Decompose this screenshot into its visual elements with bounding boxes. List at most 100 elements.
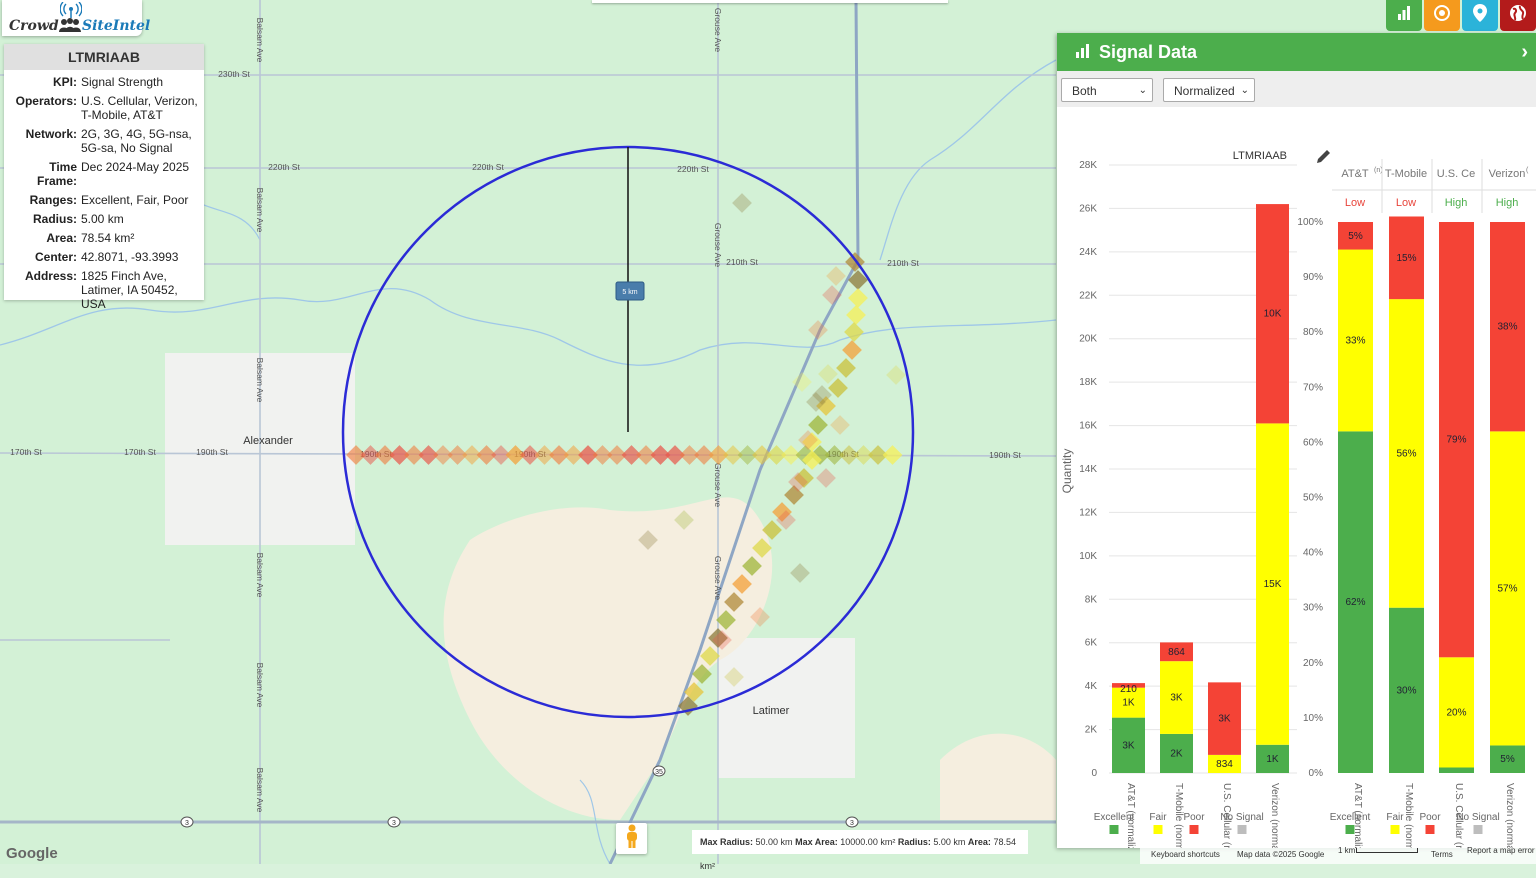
info-value: Excellent, Fair, Poor — [81, 193, 189, 207]
globe-button[interactable] — [1500, 0, 1536, 31]
legend-item[interactable]: Poor — [1419, 812, 1441, 834]
max-area-value: 10000.00 km² — [840, 837, 896, 847]
legend-item[interactable]: Excellent — [1330, 812, 1371, 834]
info-value: 78.54 km² — [81, 231, 135, 245]
pct-tick-label: 60% — [1303, 437, 1323, 448]
x-category-label: Verizon (normalized) — [1269, 783, 1280, 848]
info-key: Ranges: — [29, 193, 77, 207]
pct-bar-segment-excellent[interactable] — [1439, 767, 1474, 773]
chevron-down-icon: ⌄ — [1240, 85, 1249, 96]
road-label: 210th St — [726, 257, 758, 267]
legend-swatch — [1473, 825, 1483, 834]
edit-title-pencil-icon[interactable] — [1317, 150, 1330, 163]
operator-header-name: AT&T — [1341, 168, 1369, 180]
pct-tick-label: 30% — [1303, 603, 1323, 614]
location-button[interactable] — [1462, 0, 1498, 31]
top-center-control[interactable] — [592, 0, 948, 3]
y-axis-label: Quantity — [1060, 449, 1074, 494]
radius-label-text: Radius: — [897, 837, 931, 847]
bar-value-label: 2K — [1170, 748, 1183, 759]
scale-label[interactable]: 1 km — [1338, 846, 1355, 855]
x-category-label: T-Mobile (normalized) — [1173, 783, 1184, 848]
road-label: Grouse Ave — [713, 556, 723, 601]
radius-tool-button[interactable] — [1424, 0, 1460, 31]
bar-value-label: 864 — [1168, 647, 1185, 658]
info-value: Signal Strength — [81, 75, 164, 89]
y-tick-label: 26K — [1079, 203, 1097, 214]
road-label: 220th St — [677, 164, 709, 174]
info-key: KPI: — [53, 75, 77, 89]
site-info-title: LTMRIAAB — [4, 44, 204, 70]
pct-tick-label: 0% — [1309, 768, 1324, 779]
svg-text:Excellent: Excellent — [1094, 812, 1135, 823]
chevron-right-icon[interactable]: › — [1521, 41, 1528, 64]
pct-tick-label: 50% — [1303, 493, 1323, 504]
road-label: Balsam Ave — [255, 768, 265, 813]
svg-text:No Signal: No Signal — [1456, 812, 1499, 823]
legend-swatch — [1425, 825, 1435, 834]
legend-item[interactable]: Fair — [1386, 812, 1404, 834]
info-value: 5.00 km — [81, 212, 124, 226]
scale-value: Normalized — [1174, 84, 1235, 98]
pct-x-category-label: Verizon (normalized) — [1504, 783, 1515, 848]
scale-select[interactable]: Normalized ⌄ — [1163, 78, 1255, 102]
road-label: Balsam Ave — [255, 188, 265, 233]
svg-text:35: 35 — [655, 769, 663, 776]
bar-value-label: 1K — [1122, 698, 1135, 709]
highway-shield: 3 — [387, 816, 401, 828]
terms-link[interactable]: Terms — [1431, 850, 1453, 859]
pct-bar-value-label: 30% — [1396, 685, 1416, 696]
bar-value-label: 3K — [1170, 693, 1183, 704]
report-map-error-link[interactable]: Report a map error — [1467, 846, 1535, 855]
street-view-pegman-button[interactable] — [616, 823, 647, 854]
pct-tick-label: 100% — [1297, 217, 1323, 228]
operator-rating: High — [1496, 197, 1519, 209]
signal-data-panel: Signal Data › Both ⌄ Normalized ⌄ 0 2K 4K 6K 8… — [1057, 33, 1536, 848]
keyboard-shortcuts-link[interactable]: Keyboard shortcuts — [1151, 850, 1220, 859]
map-pin-icon — [1473, 4, 1487, 27]
panel-title: Signal Data — [1099, 41, 1198, 62]
info-value: 42.8071, -93.3993 — [81, 250, 179, 264]
info-row: Address: 1825 Finch Ave, Latimer, IA 5045… — [4, 269, 204, 311]
legend-item[interactable]: Poor — [1183, 812, 1205, 834]
pegman-icon — [625, 824, 639, 853]
panel-header: Signal Data › — [1057, 33, 1536, 71]
operator-header-name: T-Mobile — [1385, 168, 1427, 180]
legend-swatch — [1345, 825, 1355, 834]
legend-swatch — [1109, 825, 1119, 834]
pct-tick-label: 10% — [1303, 713, 1323, 724]
svg-text:Excellent: Excellent — [1330, 812, 1371, 823]
pct-tick-label: 80% — [1303, 327, 1323, 338]
radius-value: 5.00 km — [933, 837, 966, 847]
info-row: Operators: U.S. Cellular, Verizon, T-Mobi… — [4, 94, 204, 122]
info-value: 1825 Finch Ave, Latimer, IA 50452, USA — [81, 269, 178, 311]
scale-bar — [1356, 848, 1418, 853]
y-tick-label: 22K — [1079, 290, 1097, 301]
terrain-area-2 — [940, 733, 1056, 820]
info-key: Area: — [46, 231, 77, 245]
info-row: Center: 42.8071, -93.3993 — [4, 250, 204, 264]
svg-text:Fair: Fair — [1149, 812, 1167, 823]
pct-bar-value-label: 5% — [1348, 231, 1363, 242]
panel-controls: Both ⌄ Normalized ⌄ — [1057, 71, 1536, 107]
operator-rating: Low — [1396, 197, 1416, 209]
info-key: Center: — [34, 250, 77, 264]
road-label: 190th St — [989, 450, 1021, 460]
bar-chart-icon — [1075, 42, 1091, 63]
bar-value-label: 1K — [1266, 754, 1279, 765]
info-row: Time Frame: Dec 2024-May 2025 — [4, 160, 204, 188]
bar-chart-icon — [1397, 6, 1411, 25]
y-tick-label: 24K — [1079, 247, 1097, 258]
pct-x-category-label: T-Mobile (normalized) — [1403, 783, 1414, 848]
crowdsiteintel-logo[interactable]: Crowd SiteIntel — [2, 0, 150, 36]
legend-swatch — [1189, 825, 1199, 834]
legend-item[interactable]: Fair — [1149, 812, 1167, 834]
svg-text:Poor: Poor — [1419, 812, 1441, 823]
logo-text-crowd: Crowd — [9, 18, 59, 34]
globe-icon — [1509, 4, 1527, 27]
y-tick-label: 14K — [1079, 464, 1097, 475]
chart-toggle-button[interactable] — [1386, 0, 1422, 31]
operator-mode-select[interactable]: Both ⌄ — [1061, 78, 1153, 102]
pct-bar-value-label: 62% — [1345, 597, 1365, 608]
svg-text:3: 3 — [185, 820, 189, 827]
